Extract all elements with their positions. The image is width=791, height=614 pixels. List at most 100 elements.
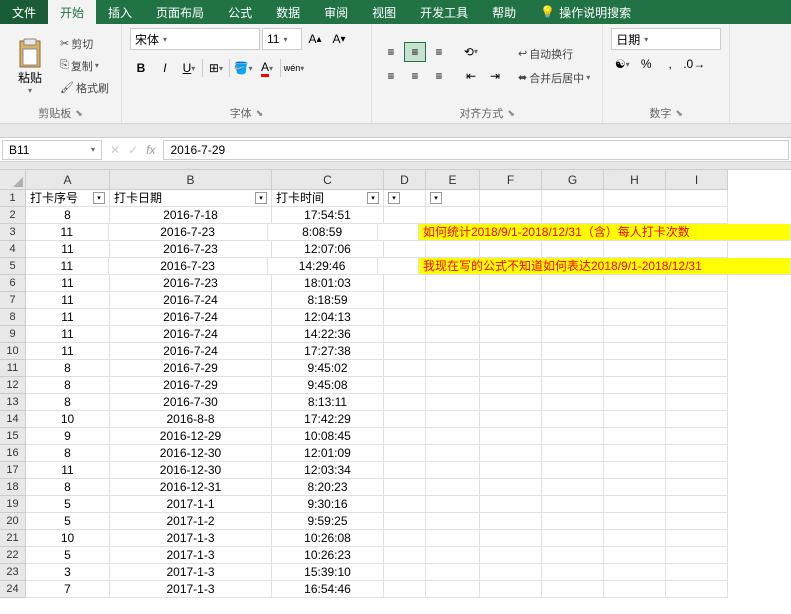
cell[interactable] bbox=[426, 411, 480, 428]
name-box[interactable]: B11▾ bbox=[2, 140, 102, 160]
row-header[interactable]: 9 bbox=[0, 326, 26, 343]
cell[interactable]: 打卡日期▾ bbox=[110, 190, 272, 207]
cell[interactable]: 9:45:08 bbox=[272, 377, 384, 394]
cell[interactable]: 8 bbox=[26, 479, 110, 496]
cell[interactable]: 2017-1-3 bbox=[110, 581, 272, 598]
cell[interactable] bbox=[480, 462, 542, 479]
enter-formula-button[interactable]: ✓ bbox=[128, 143, 138, 157]
cell[interactable] bbox=[604, 530, 666, 547]
row-header[interactable]: 2 bbox=[0, 207, 26, 224]
cell[interactable] bbox=[426, 462, 480, 479]
percent-button[interactable]: % bbox=[635, 54, 657, 74]
increase-indent-button[interactable]: ⇥ bbox=[484, 66, 506, 86]
cell[interactable]: 11 bbox=[26, 292, 110, 309]
tab-dev[interactable]: 开发工具 bbox=[408, 0, 480, 24]
row-header[interactable]: 12 bbox=[0, 377, 26, 394]
align-top-button[interactable]: ≡ bbox=[380, 42, 402, 62]
cell[interactable] bbox=[480, 547, 542, 564]
cell[interactable] bbox=[384, 479, 426, 496]
cell[interactable] bbox=[384, 309, 426, 326]
cell[interactable] bbox=[542, 309, 604, 326]
cell[interactable]: 2016-7-23 bbox=[110, 241, 272, 258]
row-header[interactable]: 21 bbox=[0, 530, 26, 547]
row-header[interactable]: 24 bbox=[0, 581, 26, 598]
row-header[interactable]: 1 bbox=[0, 190, 26, 207]
cell[interactable] bbox=[666, 326, 728, 343]
cell[interactable] bbox=[542, 275, 604, 292]
cell[interactable]: 10:08:45 bbox=[272, 428, 384, 445]
cell[interactable] bbox=[426, 530, 480, 547]
cell[interactable]: 16:54:46 bbox=[272, 581, 384, 598]
cell[interactable]: 12:04:13 bbox=[272, 309, 384, 326]
cell[interactable]: 打卡序号▾ bbox=[26, 190, 110, 207]
filter-button[interactable]: ▾ bbox=[93, 192, 105, 204]
cell[interactable]: 5 bbox=[26, 513, 110, 530]
cell[interactable] bbox=[384, 428, 426, 445]
cell[interactable] bbox=[666, 496, 728, 513]
cell[interactable] bbox=[542, 292, 604, 309]
cell[interactable] bbox=[666, 377, 728, 394]
cell[interactable] bbox=[480, 513, 542, 530]
row-header[interactable]: 20 bbox=[0, 513, 26, 530]
cell[interactable] bbox=[384, 530, 426, 547]
cell[interactable] bbox=[604, 411, 666, 428]
wrap-text-button[interactable]: ↩自动换行 bbox=[514, 44, 594, 64]
cell[interactable] bbox=[426, 394, 480, 411]
cell[interactable]: 3 bbox=[26, 564, 110, 581]
cell[interactable] bbox=[604, 275, 666, 292]
cell[interactable]: 8:18:59 bbox=[272, 292, 384, 309]
cell[interactable] bbox=[426, 513, 480, 530]
row-header[interactable]: 11 bbox=[0, 360, 26, 377]
cell[interactable] bbox=[426, 326, 480, 343]
cell[interactable] bbox=[384, 326, 426, 343]
phonetic-button[interactable]: wén▾ bbox=[283, 58, 305, 78]
cell[interactable]: 2016-7-24 bbox=[110, 343, 272, 360]
cell[interactable] bbox=[378, 258, 419, 275]
cell[interactable]: 2016-7-24 bbox=[110, 292, 272, 309]
row-header[interactable]: 8 bbox=[0, 309, 26, 326]
cell[interactable] bbox=[666, 479, 728, 496]
cell[interactable]: 10:26:08 bbox=[272, 530, 384, 547]
increase-font-button[interactable]: A▴ bbox=[304, 29, 326, 49]
tell-me-search[interactable]: 💡 操作说明搜索 bbox=[532, 0, 639, 24]
cell[interactable]: 15:39:10 bbox=[272, 564, 384, 581]
cell[interactable]: 17:27:38 bbox=[272, 343, 384, 360]
cell[interactable] bbox=[426, 581, 480, 598]
cell[interactable] bbox=[426, 360, 480, 377]
cell[interactable] bbox=[666, 445, 728, 462]
fill-color-button[interactable]: 🪣▾ bbox=[232, 58, 254, 78]
cell[interactable] bbox=[604, 428, 666, 445]
cell[interactable] bbox=[542, 207, 604, 224]
cell[interactable]: 8 bbox=[26, 360, 110, 377]
cell[interactable]: 8:20:23 bbox=[272, 479, 384, 496]
cell[interactable] bbox=[384, 581, 426, 598]
cell[interactable]: 11 bbox=[26, 224, 109, 241]
cell[interactable] bbox=[604, 241, 666, 258]
cut-button[interactable]: ✂剪切 bbox=[56, 34, 113, 54]
cell[interactable]: 8 bbox=[26, 377, 110, 394]
cell[interactable]: 14:29:46 bbox=[268, 258, 378, 275]
cell[interactable] bbox=[426, 207, 480, 224]
cell[interactable] bbox=[384, 377, 426, 394]
cell[interactable] bbox=[604, 394, 666, 411]
tab-layout[interactable]: 页面布局 bbox=[144, 0, 216, 24]
cell[interactable] bbox=[604, 564, 666, 581]
cell[interactable]: 2016-12-30 bbox=[110, 462, 272, 479]
note-line-2[interactable]: 我现在写的公式不知道如何表达2018/9/1-2018/12/31 bbox=[419, 258, 791, 275]
cell[interactable] bbox=[426, 445, 480, 462]
cell[interactable] bbox=[604, 309, 666, 326]
cell[interactable] bbox=[666, 564, 728, 581]
cell[interactable] bbox=[666, 462, 728, 479]
row-header[interactable]: 13 bbox=[0, 394, 26, 411]
cell[interactable] bbox=[666, 394, 728, 411]
cell[interactable] bbox=[604, 326, 666, 343]
filter-button[interactable]: ▾ bbox=[430, 192, 442, 204]
cell[interactable]: 5 bbox=[26, 547, 110, 564]
row-header[interactable]: 4 bbox=[0, 241, 26, 258]
cell[interactable] bbox=[480, 496, 542, 513]
row-header[interactable]: 3 bbox=[0, 224, 26, 241]
cell[interactable]: 2017-1-3 bbox=[110, 564, 272, 581]
cell[interactable] bbox=[604, 377, 666, 394]
cell[interactable]: 11 bbox=[26, 275, 110, 292]
align-right-button[interactable]: ≡ bbox=[428, 66, 450, 86]
